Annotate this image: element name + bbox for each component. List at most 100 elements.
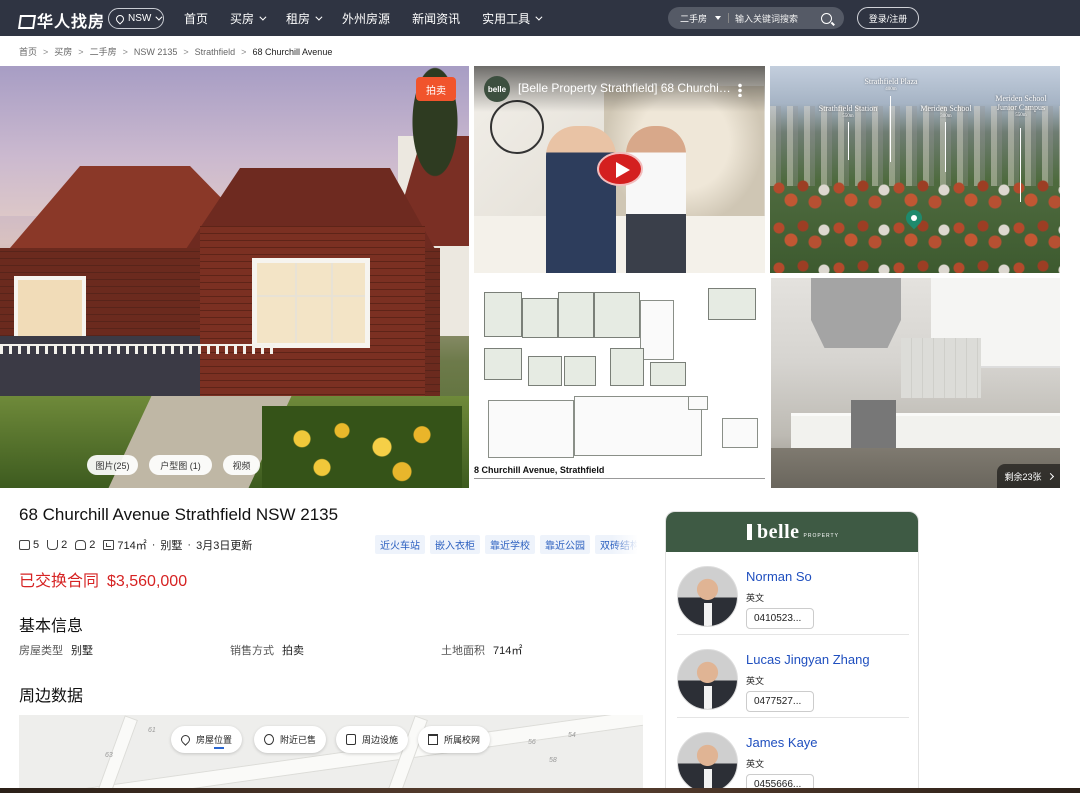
tab-nearby-sold[interactable]: 附近已售: [254, 726, 327, 753]
chevron-down-icon: [315, 13, 323, 21]
nav-home[interactable]: 首页: [184, 10, 208, 27]
bed-icon: [19, 540, 30, 550]
aerial-label-junior-campus: Meriden School Junior Campus 550m: [995, 94, 1047, 118]
chevron-down-icon: [259, 13, 267, 21]
location-pin-icon: [114, 12, 126, 25]
nearby-heading: 周边数据: [19, 688, 84, 705]
video-thumbnail[interactable]: belle [Belle Property Strathfield] 68 Ch…: [474, 66, 765, 273]
breadcrumb: 首页 > 买房 > 二手房 > NSW 2135 > Strathfield > 68 C…: [19, 45, 333, 58]
attr-sale-method: 销售方式 拍卖: [230, 645, 304, 657]
main-house-photo[interactable]: 拍卖 图片(25) 户型图 (1) 视频: [0, 66, 469, 488]
login-button[interactable]: 登录/注册: [857, 7, 919, 29]
floorplan-image[interactable]: 8 Churchill Avenue, Strathfield: [474, 278, 765, 488]
breadcrumb-current: 68 Churchill Avenue: [252, 46, 333, 57]
agent-name[interactable]: James Kaye: [746, 735, 818, 750]
chevron-down-icon: [535, 13, 543, 21]
feature-tag: 嵌入衣柜: [430, 535, 480, 554]
agent-item: James Kaye 英文 0455666...: [677, 724, 909, 792]
chevron-down-icon: [155, 13, 163, 21]
sale-status: 已交换合同: [19, 573, 100, 590]
state-selector[interactable]: NSW: [108, 8, 164, 29]
channel-avatar: belle: [484, 76, 510, 102]
aerial-label-school: Meriden School 300m: [920, 104, 972, 119]
logo-icon: [18, 13, 32, 27]
feature-tags: 近火车站 嵌入衣柜 靠近学校 靠近公园 双砖结构: [375, 535, 637, 555]
nav-rent[interactable]: 租房: [286, 10, 323, 27]
breadcrumb-postcode[interactable]: NSW 2135: [134, 47, 178, 57]
car-icon: [75, 540, 87, 550]
bathrooms-count: 2: [61, 539, 68, 551]
photos-button[interactable]: 图片(25): [87, 455, 138, 475]
nav-news[interactable]: 新闻资讯: [412, 10, 460, 27]
feature-tag: 近火车站: [375, 535, 425, 554]
search-type-select[interactable]: 二手房: [668, 12, 728, 25]
location-pin-icon: [179, 733, 192, 746]
agent-card: belle PROPERTY Norman So 英文 0410523... L…: [665, 511, 919, 793]
agent-name[interactable]: Norman So: [746, 569, 812, 584]
video-title: [Belle Property Strathfield] 68 Churchil…: [518, 81, 733, 95]
tab-house-location[interactable]: 房屋位置: [171, 726, 243, 753]
site-logo[interactable]: 华人找房: [18, 8, 105, 32]
floorplan-button[interactable]: 户型图 (1): [149, 455, 212, 475]
feature-tag: 靠近公园: [540, 535, 590, 554]
feature-tag: 靠近学校: [485, 535, 535, 554]
listing-features: 5 2 2 714㎡ · 别墅 · 3月3日更新: [19, 537, 252, 553]
main-nav: 首页 买房 租房 外州房源 新闻资讯 实用工具: [184, 0, 562, 36]
land-area: 714㎡: [117, 540, 147, 552]
tab-nearby-facilities[interactable]: 周边设施: [336, 726, 409, 753]
auction-badge: 拍卖: [416, 77, 456, 101]
photo-gallery: 拍卖 图片(25) 户型图 (1) 视频 belle [Belle Proper…: [0, 66, 1080, 488]
search-bar: 二手房 输入关键词搜索: [668, 7, 844, 29]
property-type: 别墅: [160, 540, 183, 552]
nav-interstate[interactable]: 外州房源: [342, 10, 390, 27]
breadcrumb-resale[interactable]: 二手房: [90, 45, 117, 58]
agent-avatar[interactable]: [677, 732, 738, 792]
breadcrumb-suburb[interactable]: Strathfield: [195, 47, 236, 57]
sold-check-icon: [264, 734, 274, 745]
price-value: $3,560,000: [107, 573, 188, 590]
video-button[interactable]: 视频: [223, 455, 260, 475]
bath-icon: [47, 540, 59, 550]
breadcrumb-home[interactable]: 首页: [19, 45, 37, 58]
bedrooms-count: 5: [33, 539, 40, 551]
remaining-photos-button[interactable]: 剩余23张: [997, 464, 1060, 488]
location-map[interactable]: 61 63 56 54 58: [19, 715, 643, 793]
sale-price: 已交换合同 $3,560,000: [19, 567, 187, 591]
search-input[interactable]: 输入关键词搜索: [735, 12, 821, 25]
agent-item: Norman So 英文 0410523...: [677, 558, 909, 632]
agent-phone-button[interactable]: 0477527...: [746, 691, 814, 712]
kitchen-photo[interactable]: 剩余23张: [771, 278, 1060, 488]
land-area-icon: [103, 540, 115, 550]
floorplan-caption: 8 Churchill Avenue, Strathfield: [474, 465, 605, 475]
parking-count: 2: [89, 539, 96, 551]
agent-language: 英文: [746, 759, 765, 769]
search-icon[interactable]: [821, 12, 832, 24]
attr-land-area: 土地面积 714㎡: [441, 645, 523, 657]
nav-buy[interactable]: 买房: [230, 10, 267, 27]
logo-text: 华人找房: [37, 14, 106, 31]
aerial-photo[interactable]: Strathfield Plaza 400m Strathfield Statio…: [770, 66, 1060, 273]
nav-tools[interactable]: 实用工具: [482, 10, 543, 27]
updated-date: 3月3日更新: [196, 540, 253, 552]
shopping-bag-icon: [346, 734, 356, 745]
play-icon[interactable]: [597, 152, 643, 186]
chevron-right-icon: [1046, 472, 1054, 480]
agent-phone-button[interactable]: 0410523...: [746, 608, 814, 629]
more-options-icon[interactable]: [738, 83, 742, 97]
agent-item: Lucas Jingyan Zhang 英文 0477527...: [677, 641, 909, 715]
agent-avatar[interactable]: [677, 649, 738, 710]
aerial-label-station: Strathfield Station 550m: [818, 104, 878, 119]
listing-title: 68 Churchill Avenue Strathfield NSW 2135: [19, 505, 339, 524]
agent-avatar[interactable]: [677, 566, 738, 627]
agent-language: 英文: [746, 593, 765, 603]
basic-info-heading: 基本信息: [19, 618, 84, 635]
school-icon: [428, 734, 438, 745]
aerial-label-plaza: Strathfield Plaza 400m: [864, 77, 918, 92]
state-label: NSW: [128, 13, 152, 24]
agent-name[interactable]: Lucas Jingyan Zhang: [746, 652, 870, 667]
caret-down-icon: [715, 16, 722, 20]
footer-image-strip: [0, 788, 1080, 793]
agency-logo[interactable]: belle PROPERTY: [666, 512, 918, 552]
breadcrumb-buy[interactable]: 买房: [54, 45, 72, 58]
tab-school-zone[interactable]: 所属校网: [418, 726, 491, 753]
